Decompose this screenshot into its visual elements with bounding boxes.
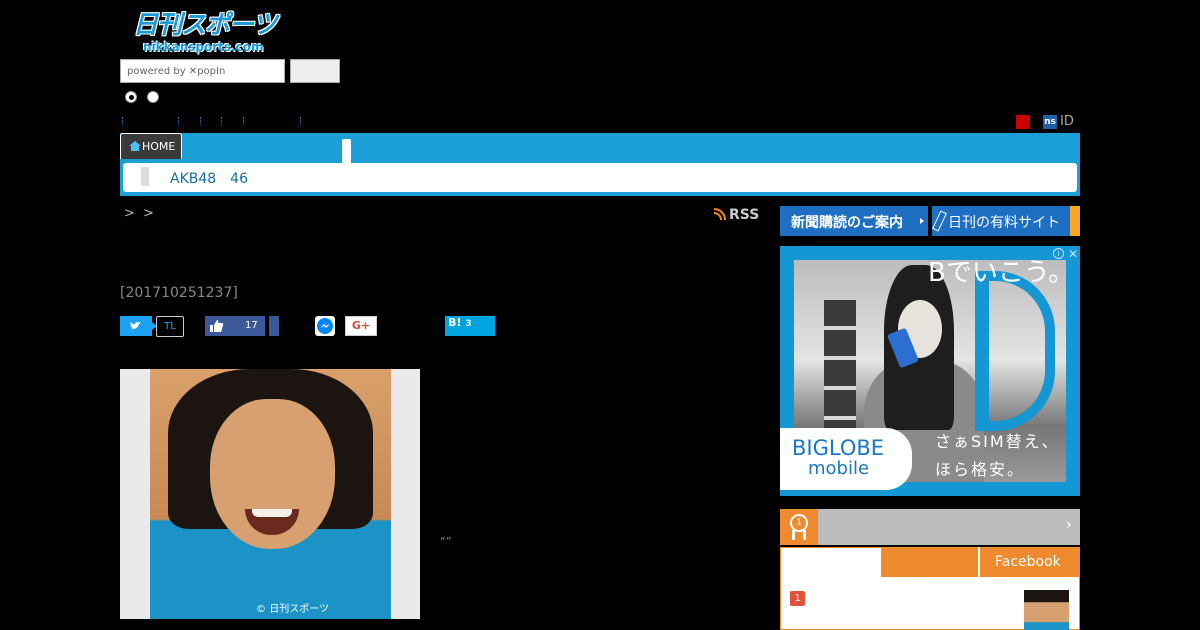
search-input[interactable]: powered by ✕popIn bbox=[120, 59, 285, 83]
ad-copy-line-2: ほら格安。 bbox=[935, 460, 1026, 479]
top-nav-link[interactable] bbox=[122, 117, 125, 125]
ranking-tab-facebook[interactable]: Facebook bbox=[995, 554, 1061, 570]
top-nav-link[interactable] bbox=[200, 117, 203, 125]
photo-credit: © 日刊スポーツ bbox=[256, 604, 329, 615]
facebook-share-button[interactable] bbox=[269, 316, 279, 336]
article-photo-image: © 日刊スポーツ bbox=[150, 369, 391, 619]
nav-tab-active-marker[interactable] bbox=[342, 139, 351, 163]
sub-nav-marker bbox=[141, 167, 149, 186]
paid-site-label: 日刊の有料サイト bbox=[948, 215, 1060, 231]
nav-home-label: HOME bbox=[142, 140, 176, 153]
messenger-icon bbox=[320, 324, 330, 328]
ad-b-shape bbox=[975, 271, 1055, 431]
article-photo[interactable]: © 日刊スポーツ bbox=[120, 369, 420, 619]
twitter-icon bbox=[130, 321, 141, 330]
ranking-thumbnail[interactable] bbox=[1024, 590, 1069, 630]
pencil-icon bbox=[932, 210, 947, 232]
ranking-number: 1 bbox=[790, 591, 805, 606]
breadcrumb[interactable]: > > bbox=[124, 206, 156, 221]
home-icon bbox=[129, 141, 141, 151]
paid-site-button[interactable]: 日刊の有料サイト bbox=[932, 206, 1080, 236]
rss-link[interactable]: RSS bbox=[714, 207, 759, 223]
ranking-tab-active[interactable] bbox=[781, 548, 881, 577]
logo-wordmark: 日刊スポーツ bbox=[133, 10, 278, 39]
rss-label: RSS bbox=[729, 207, 760, 223]
advertisement-banner[interactable]: Bでいこう。 BIGLOBE mobile さぁSIM替え、 ほら格安。 i ✕ bbox=[780, 246, 1080, 496]
thumbs-up-icon bbox=[210, 320, 224, 332]
search-scope-radio-1[interactable] bbox=[125, 91, 137, 103]
article-timestamp: [201710251237] bbox=[120, 285, 238, 301]
article-quote-marks: “” bbox=[440, 535, 452, 548]
newspaper-subscription-button[interactable]: 新聞購読のご案内 bbox=[780, 206, 928, 236]
facebook-like-button[interactable]: 17 bbox=[205, 316, 265, 336]
hatena-bookmark-button[interactable]: B! 3 bbox=[445, 316, 495, 336]
ad-logo: BIGLOBE bbox=[792, 436, 885, 460]
google-plus-share-button[interactable]: G+ bbox=[345, 316, 377, 336]
logo-domain: nikkansports.com bbox=[143, 40, 264, 54]
ns-id-link[interactable]: ID bbox=[1060, 114, 1074, 129]
top-nav-link[interactable] bbox=[300, 117, 303, 125]
nav-tab-home[interactable]: HOME bbox=[120, 133, 182, 159]
medal-icon: 1 bbox=[790, 514, 808, 532]
ad-logo-sub: mobile bbox=[808, 458, 870, 479]
ad-headline: Bでいこう。 bbox=[928, 258, 1075, 288]
page: 日刊スポーツ nikkansports.com powered by ✕popI… bbox=[0, 0, 1200, 630]
chevron-right-icon[interactable]: › bbox=[1066, 517, 1072, 533]
top-nav-link[interactable] bbox=[178, 117, 181, 125]
ad-info-icon[interactable]: i bbox=[1053, 248, 1064, 259]
messenger-share-button[interactable] bbox=[315, 316, 335, 336]
sub-nav-bar bbox=[123, 163, 1077, 192]
ranking-header[interactable] bbox=[780, 509, 1080, 545]
search-scope-radio-2[interactable] bbox=[147, 91, 159, 103]
hatena-count: 3 bbox=[465, 319, 472, 329]
ranking-tab-divider bbox=[978, 547, 980, 577]
hatena-label: B! bbox=[448, 316, 462, 329]
site-logo[interactable]: 日刊スポーツ nikkansports.com bbox=[133, 10, 285, 56]
twitter-share-button[interactable] bbox=[120, 316, 157, 336]
search-button[interactable] bbox=[290, 59, 340, 83]
rss-icon bbox=[714, 208, 726, 220]
sub-nav-item[interactable]: AKB48 46 bbox=[170, 168, 248, 188]
top-nav-link[interactable] bbox=[243, 117, 246, 125]
ns-icon[interactable]: ns bbox=[1043, 115, 1057, 129]
ad-copy: さぁSIM替え、 ほら格安。 bbox=[935, 428, 1060, 484]
ad-close-icon[interactable]: ✕ bbox=[1068, 247, 1078, 261]
twitter-timeline-button[interactable]: TL bbox=[156, 316, 184, 337]
red-square-icon[interactable] bbox=[1016, 115, 1030, 129]
facebook-like-count: 17 bbox=[245, 320, 258, 331]
ad-copy-line-1: さぁSIM替え、 bbox=[935, 432, 1060, 451]
ranking-badge: 1 bbox=[780, 509, 818, 545]
top-nav-link[interactable] bbox=[221, 117, 224, 125]
